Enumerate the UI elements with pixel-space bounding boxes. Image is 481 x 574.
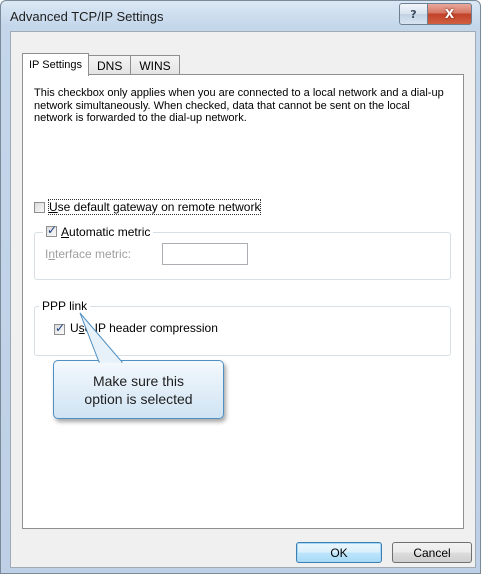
callout-pointer-icon [79, 312, 124, 363]
advanced-tcpip-settings-dialog: Advanced TCP/IP Settings ? X IP Settings… [0, 0, 481, 574]
